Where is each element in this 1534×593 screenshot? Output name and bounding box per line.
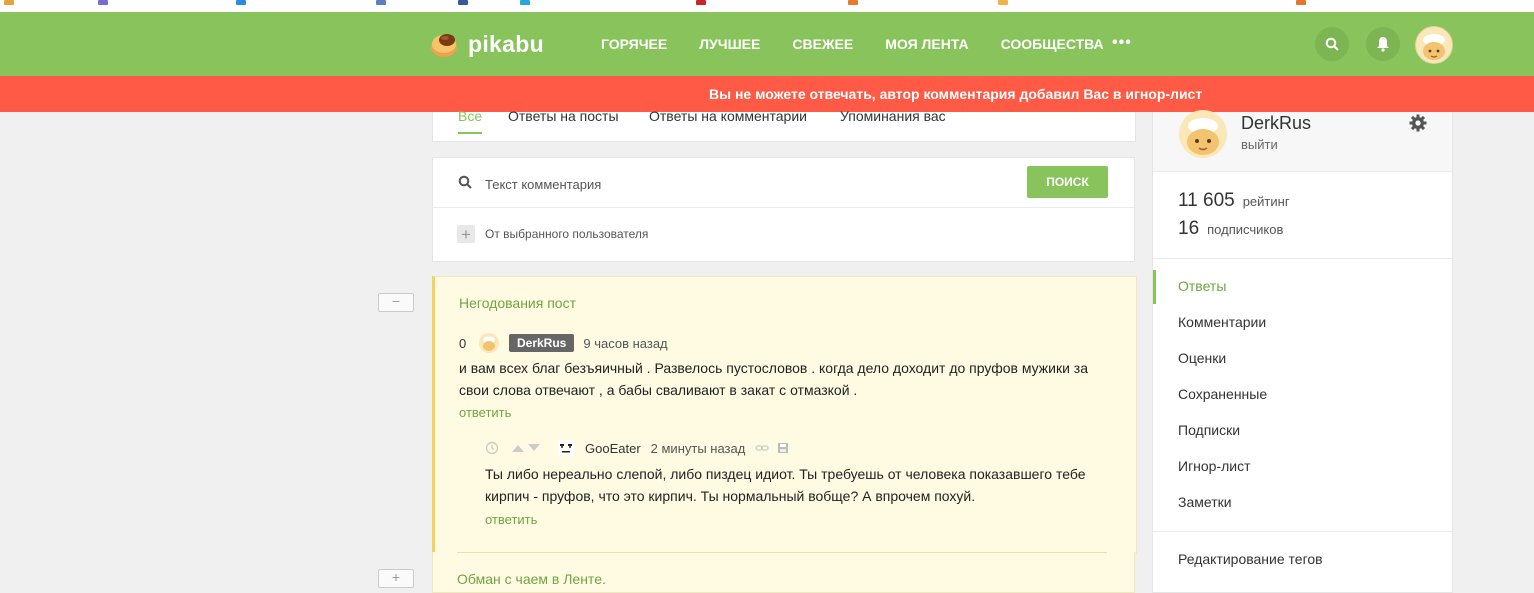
pikabu-logo[interactable]: pikabu (430, 29, 544, 59)
divider (1153, 531, 1452, 532)
main-nav: ГОРЯЧЕЕ ЛУЧШЕЕ СВЕЖЕЕ МОЯ ЛЕНТА СООБЩЕСТ… (601, 36, 1136, 52)
save-icon[interactable] (777, 442, 789, 454)
bookmark-icon[interactable] (520, 0, 530, 5)
link-icon[interactable] (755, 443, 769, 453)
bell-icon (1376, 36, 1390, 52)
nav-more-menu[interactable]: ••• (1112, 34, 1132, 52)
upvote-icon[interactable] (511, 443, 525, 453)
notifications-button[interactable] (1366, 27, 1400, 61)
divider (1153, 258, 1452, 259)
alert-text: Вы не можете отвечать, автор комментария… (709, 86, 1203, 102)
commenter-avatar[interactable] (479, 333, 499, 353)
comment-meta: 0 DerkRus 9 часов назад (459, 333, 668, 353)
user-filter-toggle[interactable]: + От выбранного пользователя (457, 225, 648, 243)
menu-ratings[interactable]: Оценки (1178, 350, 1226, 366)
nav-fresh[interactable]: СВЕЖЕЕ (792, 36, 853, 52)
nav-hot[interactable]: ГОРЯЧЕЕ (601, 36, 667, 52)
menu-ignore-list[interactable]: Игнор-лист (1178, 458, 1251, 474)
menu-comments[interactable]: Комментарии (1178, 314, 1266, 330)
tab-mentions[interactable]: Упоминания вас (840, 108, 946, 124)
active-menu-indicator (1153, 270, 1156, 304)
search-button[interactable] (1315, 27, 1349, 61)
subscribers-stat: 16 подписчиков (1178, 218, 1283, 240)
next-thread: Обман с чаем в Ленте. (432, 552, 1135, 593)
search-submit-button[interactable]: ПОИСК (1027, 166, 1108, 198)
menu-notes[interactable]: Заметки (1178, 494, 1232, 510)
bookmark-icon[interactable] (236, 0, 246, 5)
comment-search-panel: ПОИСК + От выбранного пользователя (432, 157, 1135, 262)
bookmark-icon[interactable] (4, 0, 14, 5)
tab-all[interactable]: Все (458, 108, 483, 134)
menu-subscriptions[interactable]: Подписки (1178, 422, 1240, 438)
bookmark-icon[interactable] (848, 0, 858, 5)
nav-my-feed[interactable]: МОЯ ЛЕНТА (885, 36, 968, 52)
clock-icon (485, 441, 499, 455)
tab-post-replies[interactable]: Ответы на посты (508, 108, 619, 124)
bookmark-icon[interactable] (376, 0, 386, 5)
bookmark-icon[interactable] (458, 0, 468, 5)
profile-header: DerkRus выйти (1153, 110, 1452, 172)
downvote-icon[interactable] (527, 443, 541, 453)
comment-rating: 0 (459, 335, 467, 351)
tab-comment-replies[interactable]: Ответы на комментарии (649, 108, 807, 124)
logo-text: pikabu (468, 30, 544, 57)
profile-sidebar: DerkRus выйти 11 605 рейтинг 16 подписчи… (1152, 110, 1453, 593)
gear-icon[interactable] (1409, 114, 1427, 132)
comment-text: и вам всех благ безъяичный . Развелось п… (459, 360, 1089, 398)
subscribers-value: 16 (1178, 218, 1200, 239)
nav-best[interactable]: ЛУЧШЕЕ (699, 36, 760, 52)
profile-avatar[interactable] (1179, 110, 1227, 158)
expand-thread-button[interactable]: + (378, 569, 414, 588)
reply-time: 2 минуты назад (650, 440, 746, 456)
post-title-link[interactable]: Негодования пост (459, 295, 576, 311)
comment-thread: Негодования пост 0 DerkRus 9 часов назад… (432, 276, 1137, 554)
user-filter-label: От выбранного пользователя (485, 227, 649, 241)
nav-communities[interactable]: СООБЩЕСТВА (1001, 36, 1104, 52)
comment-time: 9 часов назад (583, 335, 668, 351)
menu-replies[interactable]: Ответы (1178, 278, 1226, 294)
reply-author[interactable]: GooEater (585, 441, 641, 456)
search-icon (1325, 37, 1339, 51)
bookmark-icon[interactable] (998, 0, 1008, 5)
search-icon (458, 175, 472, 189)
reply-text: Ты либо нереально слепой, либо пиздец ид… (485, 466, 1086, 504)
menu-saved[interactable]: Сохраненные (1178, 386, 1267, 402)
ignore-list-alert: Вы не можете отвечать, автор комментария… (0, 76, 1534, 112)
bookmark-icon[interactable] (1296, 0, 1306, 5)
user-avatar[interactable] (1415, 26, 1453, 64)
reply-author-avatar[interactable] (557, 439, 575, 457)
search-row: ПОИСК (433, 158, 1134, 208)
reply-link[interactable]: ответить (459, 405, 511, 420)
post-title-link[interactable]: Обман с чаем в Ленте. (457, 571, 606, 587)
subscribers-label: подписчиков (1207, 222, 1284, 237)
comment-author-badge[interactable]: DerkRus (509, 334, 575, 352)
logout-link[interactable]: выйти (1241, 137, 1278, 152)
profile-username[interactable]: DerkRus (1241, 113, 1311, 134)
rating-stat: 11 605 рейтинг (1178, 190, 1290, 212)
top-header: pikabu ГОРЯЧЕЕ ЛУЧШЕЕ СВЕЖЕЕ МОЯ ЛЕНТА С… (0, 12, 1534, 76)
divider (457, 552, 1107, 553)
menu-edit-tags[interactable]: Редактирование тегов (1178, 551, 1323, 567)
rating-label: рейтинг (1242, 194, 1290, 209)
bookmark-icon[interactable] (98, 0, 108, 5)
collapse-thread-button[interactable]: − (378, 293, 414, 312)
comment-search-input[interactable] (483, 172, 1007, 196)
replies-tabs: Все Ответы на посты Ответы на комментари… (432, 108, 1136, 142)
bookmark-icon[interactable] (696, 0, 706, 5)
cupcake-logo-icon (430, 30, 458, 58)
plus-icon: + (457, 225, 475, 243)
reply-meta: GooEater 2 минуты назад (485, 439, 789, 457)
rating-value: 11 605 (1178, 190, 1235, 211)
reply-link[interactable]: ответить (485, 512, 537, 527)
